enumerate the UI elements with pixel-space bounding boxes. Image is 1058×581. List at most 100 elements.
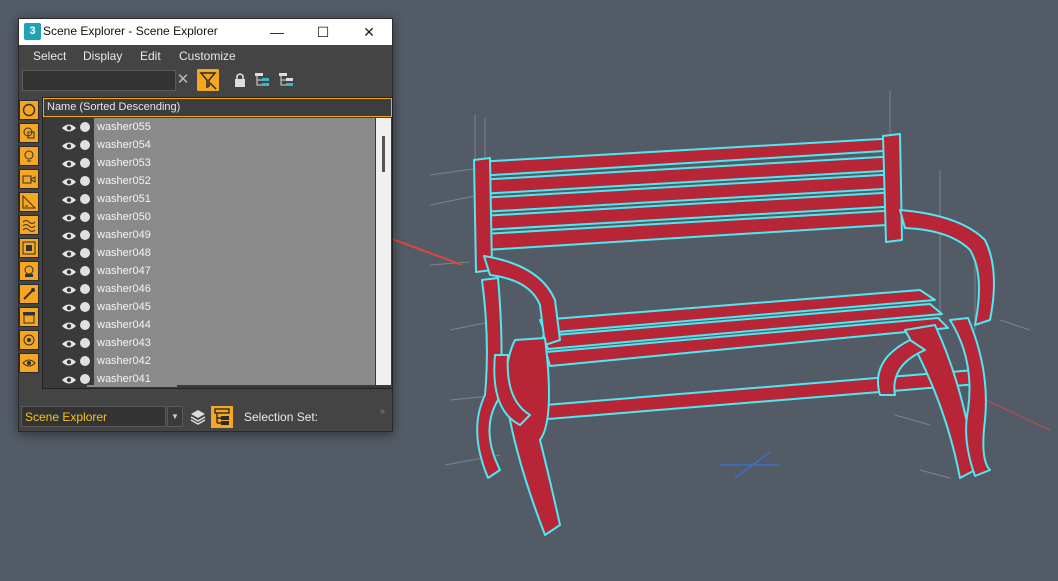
category-toolbar: » <box>19 97 40 427</box>
visibility-eye-icon[interactable] <box>61 121 77 133</box>
list-item[interactable]: washer050 <box>43 208 375 226</box>
menu-edit[interactable]: Edit <box>140 49 161 63</box>
chevron-down-icon[interactable]: ▼ <box>167 406 183 427</box>
scene-list: Name (Sorted Descending) washer055 washer… <box>42 97 393 389</box>
helper-icon[interactable] <box>19 192 39 212</box>
list-item[interactable]: washer051 <box>43 190 375 208</box>
list-item[interactable]: washer052 <box>43 172 375 190</box>
freeze-dot-icon[interactable] <box>80 320 90 330</box>
visibility-eye-icon[interactable] <box>61 157 77 169</box>
bone-icon[interactable] <box>19 284 39 304</box>
visibility-eye-icon[interactable] <box>61 211 77 223</box>
object-name[interactable]: washer049 <box>94 226 375 244</box>
clear-search-button[interactable]: ✕ <box>175 70 191 90</box>
vertical-scrollbar[interactable] <box>376 118 391 385</box>
object-name[interactable]: washer044 <box>94 316 375 334</box>
object-name[interactable]: washer054 <box>94 136 375 154</box>
scene-explorer-window: 3 Scene Explorer - Scene Explorer — ☐ ✕ … <box>18 18 393 432</box>
object-name[interactable]: washer042 <box>94 352 375 370</box>
layers-icon[interactable] <box>188 407 208 427</box>
list-item[interactable]: washer053 <box>43 154 375 172</box>
visibility-eye-icon[interactable] <box>61 337 77 349</box>
freeze-dot-icon[interactable] <box>80 176 90 186</box>
particle-icon[interactable] <box>19 330 39 350</box>
list-item[interactable]: washer041 <box>43 370 375 385</box>
shapes-icon[interactable] <box>19 123 39 143</box>
list-item[interactable]: washer045 <box>43 298 375 316</box>
object-name[interactable]: washer052 <box>94 172 375 190</box>
list-item[interactable]: washer044 <box>43 316 375 334</box>
group-icon[interactable] <box>19 238 39 258</box>
freeze-dot-icon[interactable] <box>80 266 90 276</box>
visibility-eye-icon[interactable] <box>61 139 77 151</box>
visibility-eye-icon[interactable] <box>61 175 77 187</box>
visibility-eye-icon[interactable] <box>61 247 77 259</box>
visibility-eye-icon[interactable] <box>61 193 77 205</box>
visibility-eye-icon[interactable] <box>61 373 77 385</box>
dependency-icon[interactable] <box>277 71 295 89</box>
hidden-eye-icon[interactable] <box>19 353 39 373</box>
camera-icon[interactable] <box>19 169 39 189</box>
list-item[interactable]: washer042 <box>43 352 375 370</box>
list-item[interactable]: washer055 <box>43 118 375 136</box>
freeze-dot-icon[interactable] <box>80 158 90 168</box>
hierarchy-mode-icon[interactable] <box>211 406 233 428</box>
object-name[interactable]: washer050 <box>94 208 375 226</box>
container-icon[interactable] <box>19 307 39 327</box>
object-name[interactable]: washer051 <box>94 190 375 208</box>
object-name[interactable]: washer043 <box>94 334 375 352</box>
search-input[interactable] <box>22 70 176 91</box>
minimize-button[interactable]: — <box>254 19 300 45</box>
visibility-eye-icon[interactable] <box>61 355 77 367</box>
object-name[interactable]: washer048 <box>94 244 375 262</box>
menu-display[interactable]: Display <box>83 49 122 63</box>
vertical-scroll-thumb[interactable] <box>382 136 385 172</box>
freeze-dot-icon[interactable] <box>80 194 90 204</box>
maximize-button[interactable]: ☐ <box>300 19 346 45</box>
horizontal-scrollbar[interactable] <box>43 385 375 388</box>
column-header-name[interactable]: Name (Sorted Descending) <box>43 98 392 117</box>
list-item[interactable]: washer047 <box>43 262 375 280</box>
freeze-dot-icon[interactable] <box>80 302 90 312</box>
lock-icon[interactable] <box>231 71 249 89</box>
object-name[interactable]: washer041 <box>94 370 375 385</box>
object-name[interactable]: washer053 <box>94 154 375 172</box>
hierarchy-icon[interactable] <box>253 71 271 89</box>
freeze-dot-icon[interactable] <box>80 122 90 132</box>
visibility-eye-icon[interactable] <box>61 265 77 277</box>
xref-icon[interactable] <box>19 261 39 281</box>
sphere-icon[interactable] <box>19 100 39 120</box>
freeze-dot-icon[interactable] <box>80 374 90 384</box>
spacewarp-icon[interactable] <box>19 215 39 235</box>
visibility-eye-icon[interactable] <box>61 319 77 331</box>
freeze-dot-icon[interactable] <box>80 284 90 294</box>
list-item[interactable]: washer046 <box>43 280 375 298</box>
object-name[interactable]: washer055 <box>94 118 375 136</box>
freeze-dot-icon[interactable] <box>80 212 90 222</box>
list-rows: washer055 washer054 washer053 washer052 wash… <box>43 118 375 385</box>
list-item[interactable]: washer054 <box>43 136 375 154</box>
filter-icon[interactable] <box>197 69 219 91</box>
list-item[interactable]: washer048 <box>43 244 375 262</box>
expand-corner-icon[interactable]: » <box>380 406 385 416</box>
visibility-eye-icon[interactable] <box>61 301 77 313</box>
freeze-dot-icon[interactable] <box>80 338 90 348</box>
object-name[interactable]: washer046 <box>94 280 375 298</box>
horizontal-scroll-thumb[interactable] <box>87 385 177 387</box>
freeze-dot-icon[interactable] <box>80 248 90 258</box>
menu-customize[interactable]: Customize <box>179 49 236 63</box>
list-item[interactable]: washer043 <box>43 334 375 352</box>
freeze-dot-icon[interactable] <box>80 140 90 150</box>
close-button[interactable]: ✕ <box>346 19 392 45</box>
freeze-dot-icon[interactable] <box>80 230 90 240</box>
menu-select[interactable]: Select <box>33 49 66 63</box>
freeze-dot-icon[interactable] <box>80 356 90 366</box>
explorer-name-select[interactable]: Scene Explorer <box>21 406 166 427</box>
list-item[interactable]: washer049 <box>43 226 375 244</box>
visibility-eye-icon[interactable] <box>61 283 77 295</box>
visibility-eye-icon[interactable] <box>61 229 77 241</box>
object-name[interactable]: washer047 <box>94 262 375 280</box>
object-name[interactable]: washer045 <box>94 298 375 316</box>
title-bar[interactable]: 3 Scene Explorer - Scene Explorer — ☐ ✕ <box>19 19 392 45</box>
light-icon[interactable] <box>19 146 39 166</box>
